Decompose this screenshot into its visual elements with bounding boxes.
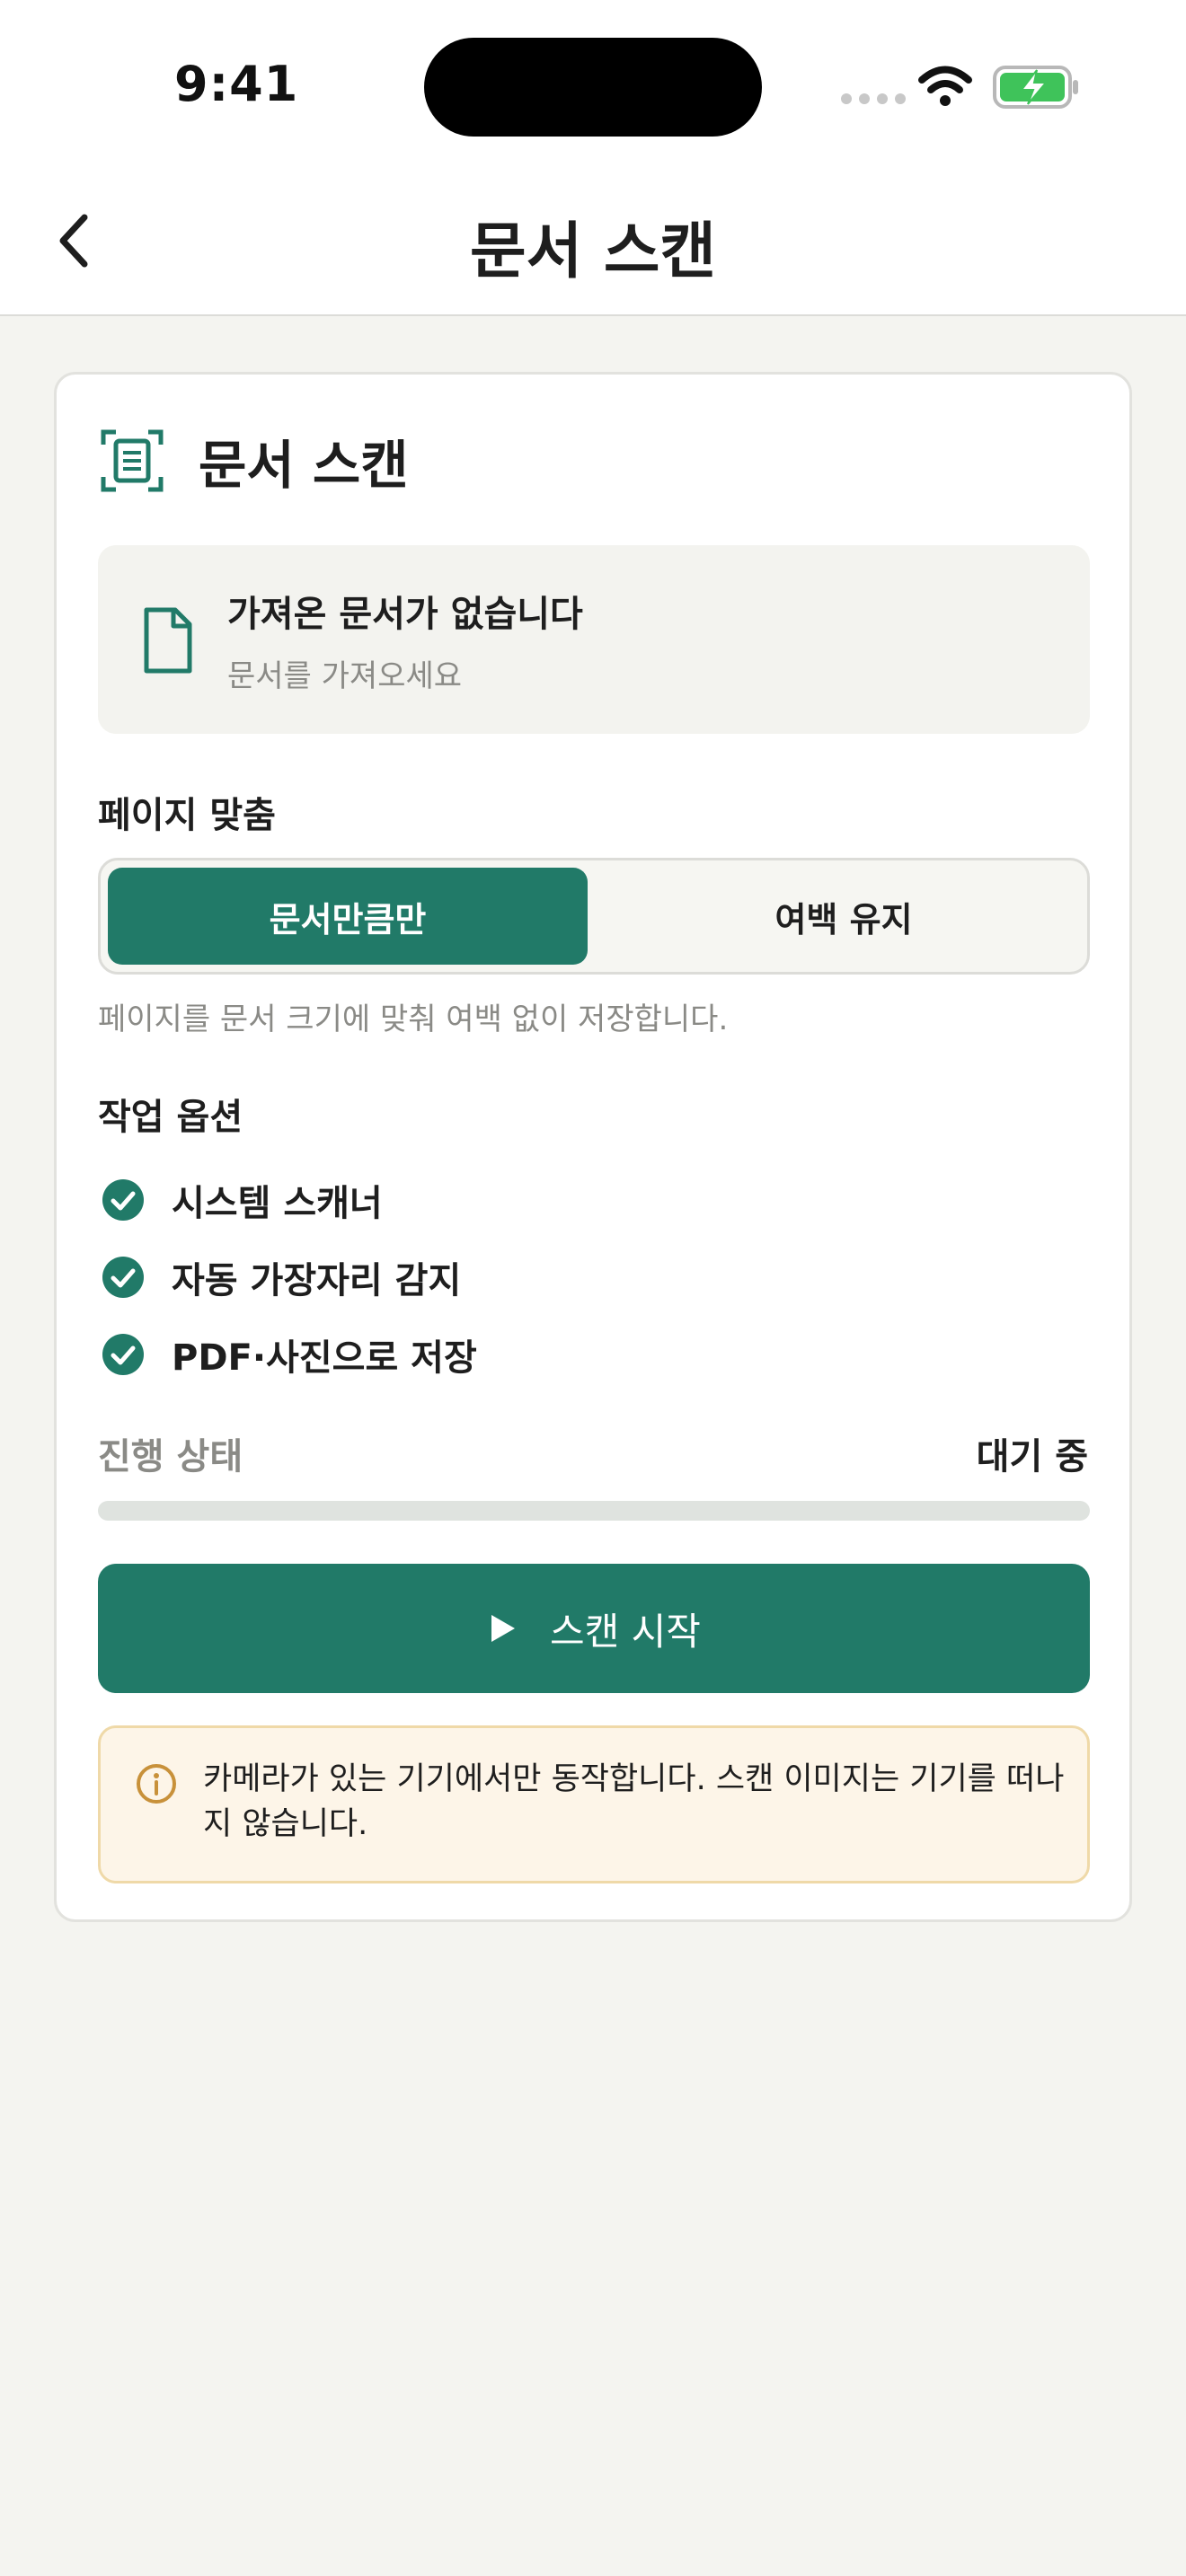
page-fit-hint: 페이지를 문서 크기에 맞춰 여백 없이 저장합니다. (98, 1001, 729, 1037)
imported-document-box[interactable]: 가져온 문서가 없습니다 문서를 가져오세요 (98, 545, 1090, 734)
status-time: 9:41 (174, 56, 299, 112)
page-title: 문서 스캔 (470, 216, 716, 287)
progress-bar (98, 1501, 1090, 1521)
progress-label: 진행 상태 (98, 1436, 243, 1478)
card-title: 문서 스캔 (199, 435, 409, 496)
start-scan-label: 스캔 시작 (550, 1609, 701, 1654)
document-icon (144, 607, 192, 674)
option-label: 자동 가장자리 감지 (172, 1260, 462, 1301)
page-fit-option-margin[interactable]: 여백 유지 (604, 868, 1084, 965)
check-circle-icon (102, 1334, 144, 1375)
page-fit-label: 페이지 맞춤 (98, 795, 276, 836)
page-fit-option-document[interactable]: 문서만큼만 (108, 868, 588, 965)
start-scan-button[interactable]: 스캔 시작 (98, 1564, 1090, 1693)
wifi-icon (918, 66, 972, 106)
document-empty-subtitle: 문서를 가져오세요 (227, 658, 463, 694)
top-bar: 9:41 문서 스캔 (0, 0, 1186, 316)
document-scanner-icon (101, 429, 164, 492)
scan-card: 문서 스캔 가져온 문서가 없습니다 문서를 가져오세요 페이지 맞춤 문서만큼… (54, 372, 1132, 1922)
notice-box: 카메라가 있는 기기에서만 동작합니다. 스캔 이미지는 기기를 떠나지 않습니… (98, 1725, 1090, 1883)
notice-text: 카메라가 있는 기기에서만 동작합니다. 스캔 이미지는 기기를 떠나지 않습니… (203, 1761, 1065, 1842)
card-header: 문서 스캔 (100, 423, 409, 498)
document-empty-title: 가져온 문서가 없습니다 (227, 594, 583, 635)
play-icon (491, 1615, 516, 1642)
progress-state: 대기 중 (976, 1436, 1088, 1478)
option-label: PDF·사진으로 저장 (172, 1337, 477, 1379)
option-label: 시스템 스캐너 (172, 1183, 383, 1224)
info-icon (137, 1764, 176, 1804)
battery-charging-icon (993, 66, 1078, 109)
cellular-signal-icon (841, 93, 906, 104)
options-section-label: 작업 옵션 (98, 1097, 243, 1138)
check-circle-icon (102, 1257, 144, 1298)
option-item: 자동 가장자리 감지 (102, 1251, 461, 1303)
option-item: 시스템 스캐너 (102, 1174, 383, 1226)
check-circle-icon (102, 1179, 144, 1221)
option-item: PDF·사진으로 저장 (102, 1328, 477, 1381)
dynamic-island (424, 38, 762, 137)
page-fit-segmented-control: 문서만큼만 여백 유지 (98, 858, 1090, 975)
